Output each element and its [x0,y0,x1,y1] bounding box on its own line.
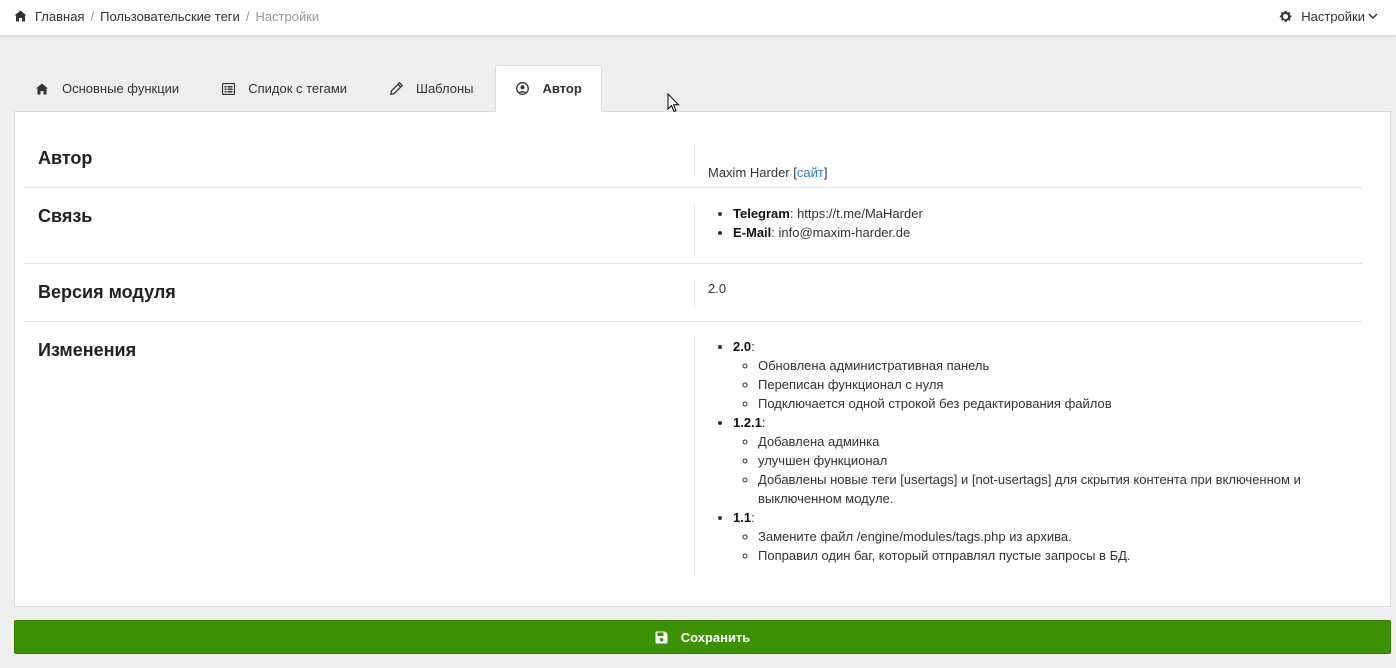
version-value: 2.0 [694,279,1362,307]
changes-version-item: 1.2.1: Добавлена админка улучшен функцио… [733,413,1334,508]
version-number: 1.1 [733,510,752,525]
top-bar: Главная / Пользовательские теги / Настро… [0,0,1396,36]
changes-sublist: Добавлена админка улучшен функционал Доб… [733,432,1334,508]
author-name: Maxim Harder [708,165,790,180]
version-suffix: : [761,415,766,430]
tab-tag-list[interactable]: Спидок с тегами [200,65,368,112]
tab-label: Автор [542,81,582,96]
breadcrumb-home-link[interactable]: Главная [35,9,84,24]
contact-list: Telegram: https://t.me/MaHarder E-Mail: … [708,204,1362,242]
changes-list: 2.0: Обновлена административная панель П… [708,337,1334,565]
contact-value: Telegram: https://t.me/MaHarder E-Mail: … [694,204,1362,254]
change-item: улучшен функционал [758,451,1334,470]
version-row: Версия модуля 2.0 [23,264,1362,322]
change-item: Замените файл /engine/modules/tags.php и… [758,527,1334,546]
home-icon [35,82,49,96]
changes-value: 2.0: Обновлена административная панель П… [694,337,1362,575]
change-item: Переписан функционал с нуля [758,375,1334,394]
changes-version-item: 2.0: Обновлена административная панель П… [733,337,1334,413]
contact-value-text: : info@maxim-harder.de [771,225,911,240]
breadcrumb-separator: / [245,8,250,24]
contact-key: E-Mail [733,225,772,240]
tab-label: Шаблоны [416,81,474,96]
tab-main-functions[interactable]: Основные функции [14,65,200,112]
contact-item: E-Mail: info@maxim-harder.de [733,223,1362,242]
contact-value-text: : https://t.me/MaHarder [789,206,923,221]
changes-row: Изменения 2.0: Обновлена административна… [23,322,1362,584]
settings-dropdown[interactable]: Настройки [1278,0,1378,32]
breadcrumb-current: Настройки [255,8,320,24]
tab-bar: Основные функции Спидок с тегами Шаблоны… [14,65,602,112]
changes-sublist: Замените файл /engine/modules/tags.php и… [733,527,1334,565]
version-number: 1.2.1 [733,415,762,430]
change-item: Подключается одной строкой без редактиро… [758,394,1334,413]
breadcrumb-separator: / [90,8,95,24]
user-circle-icon [516,82,530,96]
pencil-icon [389,82,403,96]
contact-row: Связь Telegram: https://t.me/MaHarder E-… [23,188,1362,264]
change-item: Добавлена админка [758,432,1334,451]
save-button-label: Сохранить [680,629,751,645]
list-icon [221,82,235,96]
change-item: Обновлена административная панель [758,356,1334,375]
breadcrumb: Главная / Пользовательские теги / Настро… [14,0,319,32]
author-link-bracket: ] [823,165,828,180]
settings-label: Настройки [1301,8,1365,24]
contact-label: Связь [38,206,93,226]
changes-label: Изменения [38,340,137,360]
tab-label: Спидок с тегами [248,81,348,96]
floppy-disk-icon [655,631,668,644]
home-icon [14,10,27,22]
version-suffix: : [751,339,755,354]
changes-version-item: 1.1: Замените файл /engine/modules/tags.… [733,508,1334,565]
author-value: Maxim Harder [сайт] [694,146,1362,180]
mouse-cursor-icon [667,92,680,114]
author-site-link[interactable]: сайт [797,165,824,180]
contact-key: Telegram [733,206,790,221]
change-item: Добавлены новые теги [usertags] и [not-u… [758,470,1334,508]
save-button[interactable]: Сохранить [14,620,1391,654]
contact-item: Telegram: https://t.me/MaHarder [733,204,1362,223]
change-item: Поправил один баг, который отправлял пус… [758,546,1334,565]
tab-label: Основные функции [62,81,180,96]
version-suffix: : [751,510,755,525]
author-panel: Автор Maxim Harder [сайт] Связь Telegram… [14,111,1391,607]
chevron-down-icon [1368,12,1378,20]
tab-templates[interactable]: Шаблоны [368,65,495,112]
version-number: 2.0 [733,339,752,354]
author-label: Автор [38,148,93,168]
version-label: Версия модуля [38,282,176,302]
breadcrumb-section-link[interactable]: Пользовательские теги [100,9,240,24]
author-row: Автор Maxim Harder [сайт] [23,130,1362,188]
gear-icon [1278,9,1293,24]
changes-sublist: Обновлена административная панель Перепи… [733,356,1334,413]
tab-author[interactable]: Автор [494,65,602,112]
